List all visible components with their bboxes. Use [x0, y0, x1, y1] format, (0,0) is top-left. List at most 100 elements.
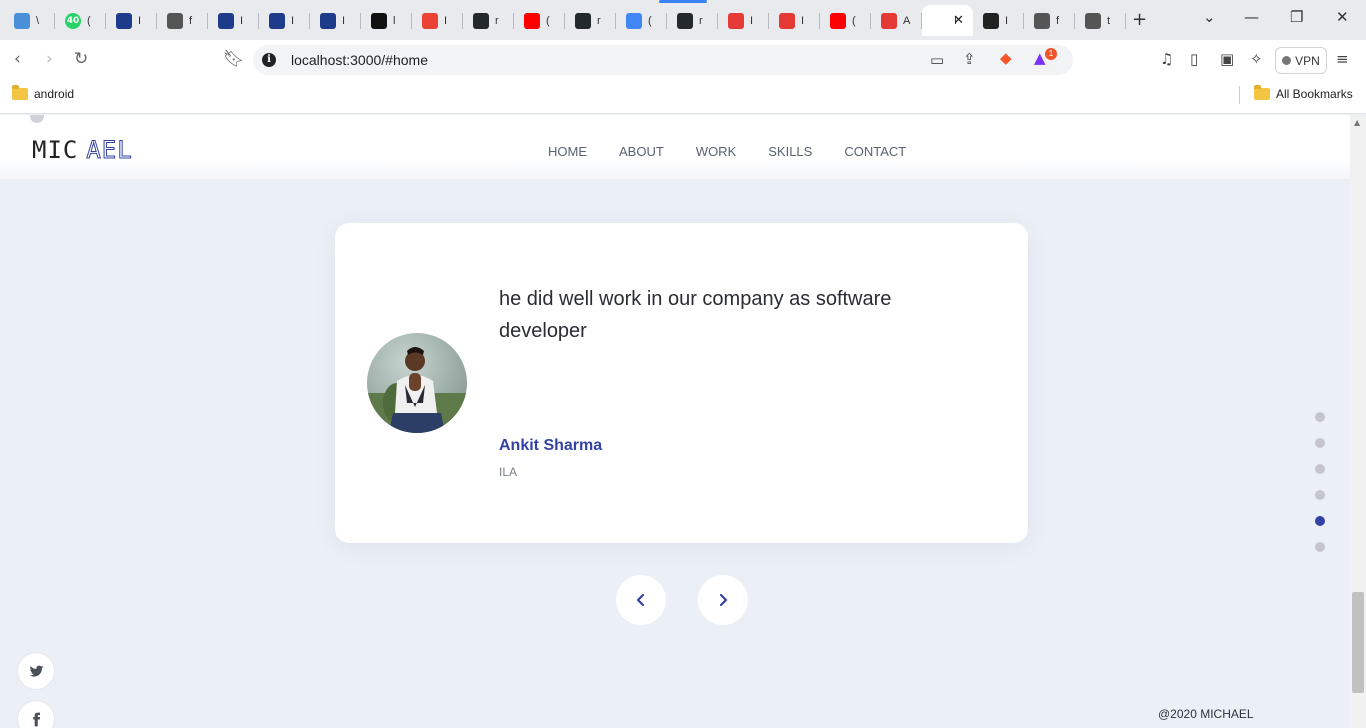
s-app-icon	[728, 12, 744, 29]
tab-title: I	[291, 14, 295, 27]
testimonial-quote: he did well work in our company as softw…	[499, 288, 892, 342]
tab-title: t	[1107, 14, 1111, 27]
sidebar-icon[interactable]: ▯	[1190, 50, 1198, 68]
rewards-badge: 1	[1045, 48, 1057, 60]
leo-ai-icon[interactable]: ✧	[1250, 50, 1263, 68]
browser-tab[interactable]: A	[871, 5, 922, 36]
scrollbar-thumb[interactable]	[1352, 592, 1364, 693]
next-button[interactable]	[698, 575, 748, 625]
browser-tab[interactable]: r	[565, 5, 616, 36]
reload-icon[interactable]: ↻	[74, 49, 88, 69]
browser-tab[interactable]: I	[208, 5, 259, 36]
testimonial-author: Ankit Sharma	[499, 437, 603, 454]
folder-icon	[12, 85, 28, 100]
browser-tab[interactable]: \	[4, 5, 55, 36]
chevron-left-icon	[636, 593, 645, 607]
close-window-icon[interactable]: ✕	[1336, 8, 1349, 26]
section-dot[interactable]	[1315, 542, 1325, 552]
close-tab-icon[interactable]: ✕	[953, 13, 964, 28]
brave-shield-icon[interactable]: ◆	[1000, 49, 1012, 67]
browser-tab[interactable]: 40 (	[55, 5, 106, 36]
tab-title: (	[648, 14, 652, 27]
section-dot[interactable]	[1315, 438, 1325, 448]
brave-rewards-icon[interactable]: ▲	[1034, 49, 1046, 67]
browser-tab[interactable]: I	[973, 5, 1024, 36]
nxt-wave-icon	[116, 12, 132, 29]
snowflake-icon	[14, 12, 30, 29]
cast-icon[interactable]: ▭	[930, 51, 944, 69]
tab-title: l	[393, 14, 396, 27]
nav-work[interactable]: WORK	[696, 144, 736, 159]
section-dot[interactable]	[1315, 412, 1325, 422]
github-icon	[473, 12, 489, 29]
forward-icon[interactable]: ›	[46, 49, 53, 69]
tab-search-icon[interactable]: ⌄	[1203, 8, 1216, 26]
tab-title: I	[750, 14, 754, 27]
tab-title: I	[444, 14, 448, 27]
browser-tab[interactable]: r	[667, 5, 718, 36]
tab-title: f	[189, 14, 193, 27]
tab-title: f	[1056, 14, 1060, 27]
restore-icon[interactable]: ❐	[1290, 8, 1303, 26]
chevron-right-icon	[719, 593, 728, 607]
folder-icon	[1254, 85, 1270, 100]
site-header: MIC AEL HOME ABOUT WORK SKILLS CONTACT	[0, 115, 1350, 179]
tab-title: (	[87, 14, 91, 27]
tab-title: r	[597, 14, 601, 27]
tab-title: r	[495, 14, 499, 27]
nav-home[interactable]: HOME	[548, 144, 587, 159]
globe-icon	[1085, 12, 1101, 29]
whatsapp-badge-icon: 40	[65, 12, 81, 29]
bookmark-all-bookmarks[interactable]: All Bookmarks	[1254, 85, 1353, 101]
bookmark-android[interactable]: android	[12, 85, 75, 101]
nav-about[interactable]: ABOUT	[619, 144, 664, 159]
browser-tab[interactable]: t	[1075, 5, 1126, 36]
browser-tab[interactable]: I	[412, 5, 463, 36]
browser-tab[interactable]: I	[310, 5, 361, 36]
browser-tab[interactable]: I	[718, 5, 769, 36]
youtube-icon	[524, 12, 540, 29]
menu-icon[interactable]: ≡	[1336, 50, 1349, 68]
bookmark-icon[interactable]: 🔖︎	[223, 49, 245, 69]
bookmark-label: All Bookmarks	[1276, 87, 1353, 101]
browser-tab[interactable]: f	[1024, 5, 1075, 36]
bookmark-label: android	[34, 87, 75, 101]
browser-tab[interactable]: (	[616, 5, 667, 36]
url-text[interactable]: localhost:3000/#home	[291, 52, 428, 68]
vpn-status-icon	[1282, 56, 1292, 65]
section-dot[interactable]	[1315, 464, 1325, 474]
back-icon[interactable]: ‹	[14, 49, 21, 69]
section-dot[interactable]	[1315, 516, 1325, 526]
browser-tab[interactable]: (	[820, 5, 871, 36]
browser-tab[interactable]: r	[463, 5, 514, 36]
browser-tab[interactable]: I ✕	[922, 5, 973, 36]
prev-button[interactable]	[616, 575, 666, 625]
browser-tab[interactable]: I	[106, 5, 157, 36]
media-icon[interactable]: ♫	[1160, 50, 1173, 68]
browser-tab[interactable]: I	[769, 5, 820, 36]
site-info-icon[interactable]: i	[262, 53, 276, 67]
site-logo[interactable]: MIC AEL	[32, 136, 133, 165]
nxt-wave-icon	[269, 12, 285, 29]
gmail-icon	[422, 12, 438, 29]
tab-title: I	[801, 14, 805, 27]
browser-tab[interactable]: I	[259, 5, 310, 36]
new-tab-icon[interactable]: +	[1132, 9, 1147, 30]
browser-tab[interactable]: l	[361, 5, 412, 36]
share-icon[interactable]: ⇪	[963, 50, 976, 68]
avatar	[367, 333, 467, 433]
wallet-icon[interactable]: ▣	[1220, 50, 1234, 68]
nav-skills[interactable]: SKILLS	[768, 144, 812, 159]
browser-tab[interactable]: f	[157, 5, 208, 36]
nav-contact[interactable]: CONTACT	[844, 144, 906, 159]
tab-title: A	[903, 14, 911, 27]
scroll-up-icon[interactable]: ▲	[1354, 118, 1360, 127]
section-dot[interactable]	[1315, 490, 1325, 500]
hackerrank-icon	[371, 12, 387, 29]
minimize-icon[interactable]: —	[1244, 8, 1259, 26]
bookmarks-divider	[1239, 86, 1240, 104]
vpn-button[interactable]: VPN	[1275, 47, 1327, 74]
facebook-link[interactable]	[17, 700, 55, 728]
browser-tab[interactable]: (	[514, 5, 565, 36]
twitter-link[interactable]	[17, 652, 55, 690]
